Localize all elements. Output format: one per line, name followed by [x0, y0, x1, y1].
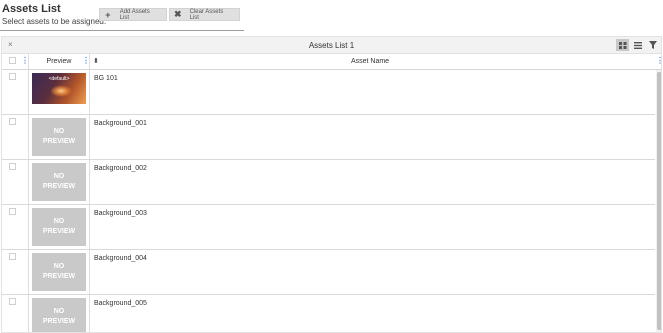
thumbnail-label: <default>	[48, 76, 70, 82]
no-preview-placeholder: NO PREVIEW	[32, 208, 86, 246]
column-header-asset-name[interactable]: Asset Name	[90, 58, 650, 65]
asset-thumbnail: <default>	[32, 73, 86, 104]
column-divider	[28, 54, 29, 69]
column-divider	[28, 295, 29, 332]
row-checkbox[interactable]	[9, 208, 16, 215]
page-subtitle: Select assets to be assigned.	[2, 17, 107, 26]
column-divider	[28, 115, 29, 159]
add-assets-list-button[interactable]: + Add Assets List	[99, 8, 167, 21]
clear-assets-list-label: Clear Assets List	[189, 8, 224, 21]
assets-list-page: Assets List Select assets to be assigned…	[0, 0, 663, 333]
table-row[interactable]: NO PREVIEW Background_001	[2, 115, 655, 160]
column-divider	[28, 250, 29, 294]
column-divider	[28, 70, 29, 114]
column-divider	[28, 160, 29, 204]
asset-name: Background_003	[94, 210, 147, 217]
no-preview-placeholder: NO PREVIEW	[32, 118, 86, 156]
plus-icon: +	[105, 9, 111, 20]
grid-view-button[interactable]	[616, 39, 629, 51]
row-checkbox[interactable]	[9, 163, 16, 170]
add-assets-list-label: Add Assets List	[119, 8, 150, 21]
filter-icon	[648, 41, 657, 49]
grid-view-icon	[618, 41, 626, 49]
table-row[interactable]: NO PREVIEW Background_004	[2, 250, 655, 295]
close-icon: ✖	[174, 9, 182, 19]
grid-title: Assets List 1	[308, 41, 355, 50]
page-title: Assets List	[2, 3, 61, 15]
row-checkbox[interactable]	[9, 118, 16, 125]
thumbnail-glow	[50, 85, 72, 97]
list-view-icon	[633, 41, 642, 49]
row-checkbox[interactable]	[9, 298, 16, 305]
table-row[interactable]: <default> BG 101	[2, 70, 655, 115]
table-row[interactable]: NO PREVIEW Background_003	[2, 205, 655, 250]
column-divider	[89, 160, 90, 204]
asset-name: Background_004	[94, 255, 147, 262]
asset-name: Background_005	[94, 300, 147, 307]
row-checkbox[interactable]	[9, 253, 16, 260]
assets-grid: × Assets List 1 ⋮ Preview ⋮ ⬍ Asset Name…	[1, 36, 662, 333]
column-divider	[89, 115, 90, 159]
column-divider	[89, 205, 90, 249]
scrollbar-thumb[interactable]	[657, 72, 661, 330]
table-row[interactable]: NO PREVIEW Background_005	[2, 295, 655, 332]
column-header-preview[interactable]: Preview	[30, 58, 88, 65]
list-view-button[interactable]	[631, 39, 644, 51]
column-divider	[89, 70, 90, 114]
column-divider	[89, 250, 90, 294]
column-divider	[89, 295, 90, 332]
header-divider	[0, 30, 244, 31]
vertical-scrollbar[interactable]	[656, 70, 661, 332]
asset-name: Background_001	[94, 120, 147, 127]
grid-rows: <default> BG 101 NO PREVIEW Background_00…	[2, 70, 655, 332]
select-all-checkbox[interactable]	[9, 57, 16, 64]
filter-button[interactable]	[646, 39, 659, 51]
asset-name: BG 101	[94, 75, 118, 82]
asset-name: Background_002	[94, 165, 147, 172]
no-preview-placeholder: NO PREVIEW	[32, 298, 86, 332]
row-checkbox[interactable]	[9, 73, 16, 80]
column-header: ⋮ Preview ⋮ ⬍ Asset Name ⋮	[2, 54, 661, 70]
no-preview-placeholder: NO PREVIEW	[32, 163, 86, 201]
column-divider	[28, 205, 29, 249]
clear-assets-list-button[interactable]: ✖ Clear Assets List	[169, 8, 240, 21]
table-row[interactable]: NO PREVIEW Background_002	[2, 160, 655, 205]
name-column-menu-icon[interactable]: ⋮	[656, 57, 661, 65]
no-preview-placeholder: NO PREVIEW	[32, 253, 86, 291]
grid-toolbar: × Assets List 1	[2, 37, 661, 54]
